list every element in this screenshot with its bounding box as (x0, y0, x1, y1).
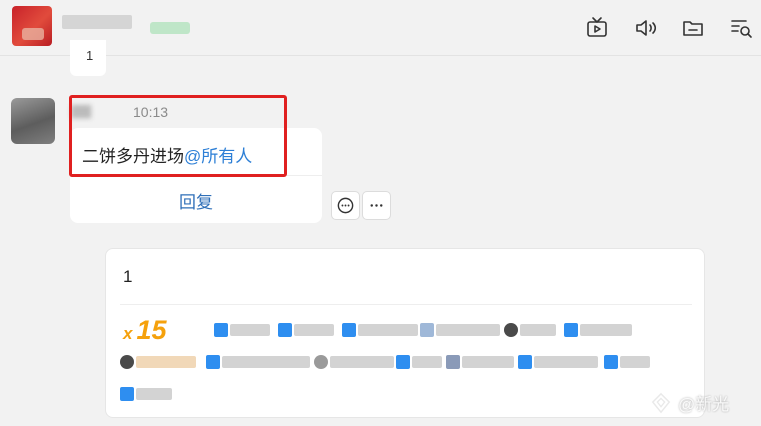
replier-chip[interactable] (206, 353, 310, 371)
search-history-icon[interactable] (727, 14, 755, 42)
reply-divider (120, 304, 692, 305)
comment-icon (337, 197, 354, 214)
replier-chip[interactable] (504, 321, 556, 339)
more-icon (370, 204, 383, 207)
more-button[interactable] (362, 191, 391, 220)
reply-count-number: 15 (136, 315, 167, 345)
voice-icon[interactable] (631, 14, 659, 42)
reply-count: x 15 (123, 315, 167, 346)
group-avatar[interactable] (12, 6, 52, 46)
replier-chip[interactable] (604, 353, 650, 371)
reply-button[interactable]: 回复 (70, 188, 322, 213)
replier-chip[interactable] (314, 353, 394, 371)
replier-chip[interactable] (518, 353, 598, 371)
replier-chip[interactable] (420, 321, 500, 339)
replier-chip[interactable] (446, 353, 514, 371)
previous-message-text: 1 (86, 48, 94, 63)
replier-chip[interactable] (120, 353, 196, 371)
previous-message-bubble: 1 (70, 40, 106, 76)
reply-count-prefix: x (123, 324, 133, 343)
sender-avatar[interactable] (11, 98, 55, 144)
replier-chip[interactable] (342, 321, 418, 339)
replier-chip[interactable] (278, 321, 334, 339)
folder-icon[interactable] (679, 14, 707, 42)
replier-chip[interactable] (396, 353, 442, 371)
comment-button[interactable] (331, 191, 360, 220)
watermark-text: @新光 (678, 395, 730, 414)
group-name-redacted (62, 15, 132, 29)
replier-chip[interactable] (564, 321, 632, 339)
replier-chip[interactable] (214, 321, 270, 339)
reply-panel: 1 x 15 (105, 248, 705, 418)
replier-chip[interactable] (120, 385, 172, 403)
highlight-annotation (69, 95, 287, 177)
watermark: @新光 (650, 390, 729, 415)
watermark-logo-icon (651, 392, 671, 413)
chat-header (0, 0, 761, 56)
reply-value: 1 (123, 267, 133, 286)
group-tag-redacted (150, 22, 190, 34)
tv-icon[interactable] (583, 14, 611, 42)
